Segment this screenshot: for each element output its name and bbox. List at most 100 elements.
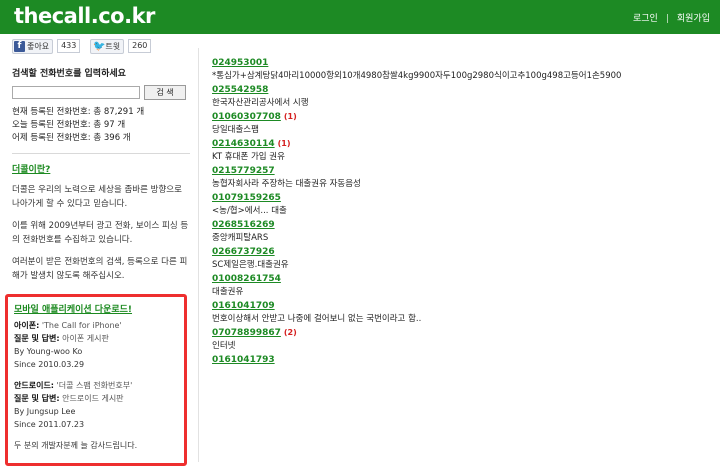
facebook-icon: f — [14, 40, 25, 52]
phone-number-link[interactable]: 0214630114 — [212, 139, 275, 149]
number-description: 인터넷 — [212, 341, 236, 351]
android-qa-label: 질문 및 답변: — [14, 394, 60, 403]
number-line: 0161041709 — [212, 301, 712, 311]
android-app-name[interactable]: '더콜 스팸 전화번호부' — [57, 381, 133, 390]
list-item: 01060307708 (1) 당일대출스팸 — [212, 112, 712, 137]
about-link[interactable]: 더콜이란? — [12, 162, 190, 175]
number-description: 중앙캐피탈ARS — [212, 233, 269, 243]
about-paragraph-2: 이를 위해 2009년부터 광고 전화, 보이스 피싱 등의 전화번호를 수집하… — [12, 221, 189, 245]
list-item: 0266737926 SC제일은행.대출권유 — [212, 247, 712, 272]
number-line: 024953001 — [212, 58, 712, 68]
column-divider — [198, 48, 199, 462]
number-description: <농/협>에서... 대출 — [212, 206, 287, 216]
number-line: 0161041793 — [212, 355, 712, 365]
tweet-count: 260 — [128, 39, 152, 53]
list-item: 0161041709 번호이상해서 안받고 나중에 걸어보니 없는 국번이라고 함… — [212, 301, 712, 326]
number-line: 025542958 — [212, 85, 712, 95]
social-bar: f 좋아요 433 🐦 트윗 260 — [12, 38, 157, 54]
list-item: 0161041793 — [212, 355, 712, 365]
number-line: 0266737926 — [212, 247, 712, 257]
number-description: 농협자회사라 주장하는 대출권유 자동음성 — [212, 179, 361, 189]
phone-number-link[interactable]: 024953001 — [212, 58, 268, 68]
report-count: (2) — [283, 328, 297, 337]
mobile-app-download-link[interactable]: 모바일 애플리케이션 다운로드! — [14, 302, 132, 315]
android-line: 안드로이드: '더콜 스팸 전화번호부' — [14, 379, 180, 392]
top-header: thecall.co.kr 로그인 | 회원가입 — [0, 0, 720, 34]
number-line: 07078899867 (2) — [212, 328, 712, 338]
thanks-text: 두 분의 개발자분께 늘 감사드립니다. — [14, 441, 138, 450]
iphone-qa-label: 질문 및 답변: — [14, 334, 60, 343]
phone-number-link[interactable]: 0215779257 — [212, 166, 275, 176]
report-count: (1) — [283, 112, 297, 121]
mobile-app-highlight-box: 모바일 애플리케이션 다운로드! 아이폰: 'The Call for iPho… — [5, 294, 187, 466]
tweet-label: 트윗 — [105, 41, 121, 51]
list-item: 01008261754 대출권유 — [212, 274, 712, 299]
stat-yesterday: 어제 등록된 전화번호: 총 396 개 — [12, 133, 131, 143]
list-item: 024953001 *통심가+삼계탕닭4마리10000항외10개4980참쌀4kg… — [212, 58, 712, 83]
left-sidebar: 검색할 전화번호를 입력하세요 검 색 현재 등록된 전화번호: 총 87,29… — [12, 62, 190, 283]
mobile-app-info: 아이폰: 'The Call for iPhone' 질문 및 답변: 아이폰 … — [14, 319, 180, 452]
stat-current: 현재 등록된 전화번호: 총 87,291 개 — [12, 107, 145, 117]
phone-number-link[interactable]: 0266737926 — [212, 247, 275, 257]
number-line: 01079159265 — [212, 193, 712, 203]
site-logo[interactable]: thecall.co.kr — [14, 4, 155, 28]
list-item: 07078899867 (2) 인터넷 — [212, 328, 712, 353]
signup-link[interactable]: 회원가입 — [677, 14, 710, 24]
android-author: By Jungsup Lee — [14, 407, 76, 416]
twitter-bird-icon: 🐦 — [93, 40, 106, 52]
recent-numbers-list: 024953001 *통심가+삼계탕닭4마리10000항외10개4980참쌀4kg… — [212, 58, 712, 367]
login-link[interactable]: 로그인 — [633, 14, 658, 24]
android-board-link[interactable]: 안드로이드 게시판 — [62, 394, 123, 403]
list-item: 01079159265 <농/협>에서... 대출 — [212, 193, 712, 218]
about-paragraph-1: 더콜은 우리의 노력으로 세상을 좀바른 방향으로 나아가게 할 수 있다고 믿… — [12, 185, 182, 209]
android-label: 안드로이드: — [14, 381, 54, 390]
report-count: (1) — [277, 139, 291, 148]
phone-search-input[interactable] — [12, 86, 140, 99]
stat-today: 오늘 등록된 전화번호: 총 97 개 — [12, 120, 126, 130]
header-divider: | — [665, 14, 669, 24]
phone-number-link[interactable]: 0161041709 — [212, 301, 275, 311]
registration-stats: 현재 등록된 전화번호: 총 87,291 개 오늘 등록된 전화번호: 총 9… — [12, 106, 190, 145]
number-line: 0268516269 — [212, 220, 712, 230]
iphone-line: 아이폰: 'The Call for iPhone' — [14, 319, 180, 332]
iphone-qa-line: 질문 및 답변: 아이폰 게시판 — [14, 332, 180, 345]
phone-number-link[interactable]: 025542958 — [212, 85, 268, 95]
header-links: 로그인 | 회원가입 — [633, 11, 710, 24]
iphone-author: By Young-woo Ko — [14, 347, 83, 356]
number-description: SC제일은행.대출권유 — [212, 260, 289, 270]
iphone-board-link[interactable]: 아이폰 게시판 — [62, 334, 109, 343]
number-description: 번호이상해서 안받고 나중에 걸어보니 없는 국번이라고 함.. — [212, 314, 422, 324]
divider — [12, 153, 190, 154]
phone-number-link[interactable]: 01060307708 — [212, 112, 281, 122]
number-line: 0215779257 — [212, 166, 712, 176]
facebook-like-button[interactable]: f 좋아요 — [12, 38, 54, 54]
number-description: 한국자산관리공사에서 시행 — [212, 98, 309, 108]
phone-number-link[interactable]: 0268516269 — [212, 220, 275, 230]
list-item: 025542958 한국자산관리공사에서 시행 — [212, 85, 712, 110]
search-row: 검 색 — [12, 85, 190, 100]
android-qa-line: 질문 및 답변: 안드로이드 게시판 — [14, 392, 180, 405]
iphone-app-name[interactable]: 'The Call for iPhone' — [42, 321, 122, 330]
phone-number-link[interactable]: 01008261754 — [212, 274, 281, 284]
number-line: 0214630114 (1) — [212, 139, 712, 149]
facebook-like-count: 433 — [57, 39, 81, 53]
number-description: *통심가+삼계탕닭4마리10000항외10개4980참쌀4kg9900자두100… — [212, 71, 622, 81]
about-paragraph-3: 여러분이 받은 전화번호의 검색, 등록으로 다른 피해가 발생치 않도록 해주… — [12, 257, 188, 281]
number-description: KT 휴대폰 가입 권유 — [212, 152, 285, 162]
list-item: 0268516269 중앙캐피탈ARS — [212, 220, 712, 245]
iphone-since: Since 2010.03.29 — [14, 360, 85, 369]
search-button[interactable]: 검 색 — [144, 85, 186, 100]
phone-number-link[interactable]: 07078899867 — [212, 328, 281, 338]
number-description: 대출권유 — [212, 287, 244, 297]
number-line: 01008261754 — [212, 274, 712, 284]
tweet-button[interactable]: 🐦 트윗 — [90, 38, 125, 54]
search-title: 검색할 전화번호를 입력하세요 — [12, 69, 126, 79]
android-since: Since 2011.07.23 — [14, 420, 85, 429]
phone-number-link[interactable]: 0161041793 — [212, 355, 275, 365]
phone-number-link[interactable]: 01079159265 — [212, 193, 281, 203]
number-line: 01060307708 (1) — [212, 112, 712, 122]
iphone-label: 아이폰: — [14, 321, 40, 330]
facebook-like-label: 좋아요 — [27, 41, 50, 51]
